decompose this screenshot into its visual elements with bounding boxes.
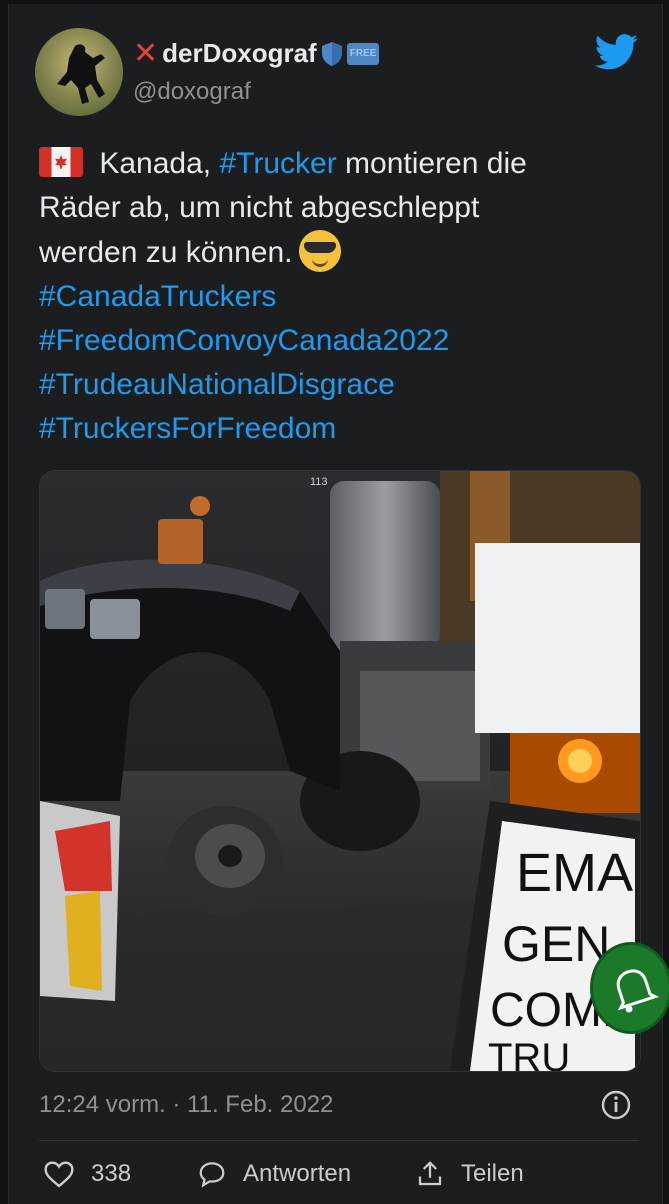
avatar[interactable] <box>35 28 123 116</box>
heart-icon <box>44 1161 74 1188</box>
bell-icon <box>616 969 659 1013</box>
free-badge: FREE <box>346 42 380 65</box>
tweet-card: ✕ derDoxograf FREE @doxograf Kanada, #Tr… <box>8 4 663 1204</box>
tweet-line-3: werden zu können. <box>39 230 639 275</box>
like-count: 338 <box>91 1160 132 1187</box>
tweet-line-2: Räder ab, um nicht abgeschleppt <box>39 191 480 224</box>
share-icon <box>418 1161 442 1186</box>
share-label: Teilen <box>461 1160 524 1187</box>
tweet-text-part: Kanada, <box>91 147 220 180</box>
tweet-photo[interactable]: EMA GEN COMP TRU 113 <box>39 470 641 1072</box>
hashtag-link[interactable]: #FreedomConvoyCanada2022 <box>39 319 639 363</box>
hashtag-link[interactable]: #CanadaTruckers <box>39 275 639 319</box>
divider <box>39 1140 639 1141</box>
hashtag-link[interactable]: #TruckersForFreedom <box>39 407 639 451</box>
hashtag-link[interactable]: #TrudeauNationalDisgrace <box>39 363 639 407</box>
reply-bubble-icon <box>199 1162 225 1188</box>
tweet-text-part: montieren die <box>336 147 527 180</box>
tweet-line-1: Kanada, #Trucker montieren die <box>39 142 639 186</box>
info-icon[interactable] <box>601 1090 631 1120</box>
tweet-text-part: werden zu können. <box>39 236 293 269</box>
sign-line: EMA <box>516 843 633 903</box>
tweet-text: Kanada, #Trucker montieren die Räder ab,… <box>39 142 639 451</box>
shield-icon <box>321 41 342 66</box>
x-mark-icon: ✕ <box>133 36 159 70</box>
truck-photo: EMA GEN COMP TRU 113 <box>40 471 640 1071</box>
tweet-timestamp[interactable]: 12:24 vorm. · 11. Feb. 2022 <box>39 1091 333 1119</box>
share-button[interactable]: Teilen <box>415 1159 524 1189</box>
sunglasses-face-icon <box>298 230 341 272</box>
reply-label: Antworten <box>243 1160 352 1187</box>
notification-bell-button[interactable] <box>590 942 669 1034</box>
action-bar: 338 Antworten Teilen <box>39 1159 639 1199</box>
canada-flag-icon <box>39 147 83 177</box>
hashtag-link[interactable]: #Trucker <box>219 147 336 180</box>
author-name-row: ✕ derDoxograf FREE <box>133 36 380 70</box>
user-handle[interactable]: @doxograf <box>133 78 251 106</box>
sign-line: TRU <box>488 1036 570 1071</box>
reply-button[interactable]: Antworten <box>197 1159 351 1189</box>
truck-number: 113 <box>310 476 328 488</box>
like-button[interactable]: 338 <box>43 1159 131 1189</box>
display-name[interactable]: derDoxograf <box>162 38 317 69</box>
avatar-silhouette-icon <box>57 44 105 104</box>
twitter-bird-icon[interactable] <box>595 34 639 70</box>
